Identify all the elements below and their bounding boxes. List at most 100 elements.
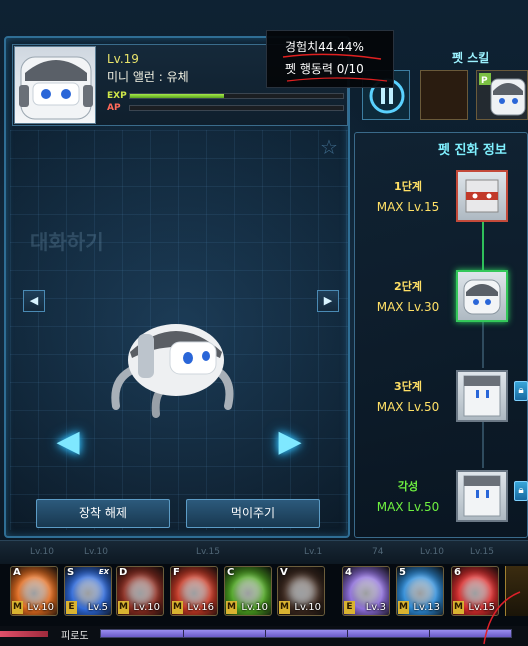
- ice-burst-icon: [407, 577, 435, 605]
- green-vortex-icon: [235, 577, 263, 605]
- prev-small-button[interactable]: ◀: [23, 290, 45, 312]
- robot-box-awaken-icon: [463, 475, 501, 517]
- rotate-right-arrow-icon[interactable]: ▶: [272, 424, 308, 460]
- robot-box-icon: [463, 375, 501, 417]
- evolution-stage-max: MAX Lv.50: [376, 400, 440, 414]
- ghost-level-text: Lv.15: [470, 547, 494, 557]
- hotbar-slot[interactable]: C M Lv.10: [224, 566, 272, 616]
- pet-skill-slot-2[interactable]: [420, 70, 468, 120]
- robot-skill-icon: P: [479, 73, 526, 116]
- slot-key: C: [227, 567, 235, 578]
- hotbar-slot[interactable]: V M Lv.10: [277, 566, 325, 616]
- feed-button[interactable]: 먹이주기: [186, 499, 320, 528]
- evolution-connector-2: [482, 322, 484, 368]
- ap-bar: [129, 105, 344, 111]
- evolution-stage-1-icon[interactable]: [456, 170, 508, 222]
- blue-wave-icon: [75, 577, 103, 605]
- evolution-stage-max: MAX Lv.50: [376, 500, 440, 514]
- slot-level: Lv.13: [413, 602, 440, 613]
- hotbar-top-strip: [0, 540, 528, 564]
- slot-level: Lv.10: [294, 602, 321, 613]
- pet-skill-slot-3[interactable]: P: [476, 70, 528, 120]
- fire-burst-icon: [21, 577, 49, 605]
- slot-level: Lv.16: [187, 602, 214, 613]
- slot-key: A: [13, 567, 21, 578]
- dark-flame-icon: [288, 577, 316, 605]
- slot-key: V: [280, 567, 288, 578]
- hotbar-slot[interactable]: D M Lv.10: [116, 566, 164, 616]
- ap-bar-row: AP: [107, 103, 344, 113]
- lock-icon: 🔒︎: [514, 381, 528, 401]
- exp-label: EXP: [107, 91, 127, 101]
- dark-warrior-icon: [127, 577, 155, 605]
- slot-ex-badge: EX: [98, 568, 109, 576]
- fatigue-divider: [183, 630, 184, 637]
- exp-tooltip: 경험치44.44% 펫 행동력 0/10: [266, 30, 394, 88]
- fatigue-label: 피로도: [61, 631, 89, 642]
- hotbar-slot[interactable]: 5 M Lv.13: [396, 566, 444, 616]
- ghost-level-text: Lv.1: [304, 547, 323, 557]
- slot-type-tag: M: [172, 601, 183, 614]
- slot-type-tag: M: [226, 601, 237, 614]
- hotbar-slot[interactable]: 4 E Lv.3: [342, 566, 390, 616]
- purple-crystal-icon: [353, 577, 381, 605]
- slot-key: S: [67, 567, 75, 578]
- slot-type-tag: M: [12, 601, 23, 614]
- slot-key: 6: [454, 567, 461, 578]
- evolution-stage-label: 1단계: [394, 180, 422, 193]
- rotate-left-arrow-icon[interactable]: ◀: [50, 424, 86, 460]
- ghost-level-text: Lv.10: [84, 547, 108, 557]
- ap-label: AP: [107, 103, 121, 113]
- slot-key: D: [119, 567, 128, 578]
- exp-bar-row: EXP: [107, 91, 344, 101]
- pet-level: Lv.19: [107, 52, 139, 66]
- pet-portrait: [14, 46, 96, 124]
- evolution-stage-label: 2단계: [394, 280, 422, 293]
- unequip-button[interactable]: 장착 해제: [36, 499, 170, 528]
- pet-name: 미니 앨런 : 유체: [107, 70, 189, 84]
- red-slash-icon: [181, 577, 209, 605]
- slot-type-tag: E: [344, 601, 355, 614]
- slot-level: Lv.10: [241, 602, 268, 613]
- slot-level: Lv.10: [133, 602, 160, 613]
- ghost-level-text: Lv.10: [420, 547, 444, 557]
- hotbar-slot[interactable]: A M Lv.10: [10, 566, 58, 616]
- pet-skill-title: 펫 스킬: [452, 51, 490, 65]
- evolution-stage-awaken-icon[interactable]: [456, 470, 508, 522]
- slot-key: 5: [399, 567, 406, 578]
- evolution-stage-label: 각성: [397, 480, 419, 493]
- hotbar-slot[interactable]: S EX E Lv.5: [64, 566, 112, 616]
- evolution-stage-max: MAX Lv.15: [376, 200, 440, 214]
- ghost-level-text: Lv.10: [30, 547, 54, 557]
- evolution-title: 펫 진화 정보: [438, 143, 507, 158]
- svg-text:P: P: [481, 76, 488, 86]
- slot-type-tag: M: [118, 601, 129, 614]
- lock-icon: 🔒︎: [514, 481, 528, 501]
- exp-bar-fill: [130, 94, 224, 98]
- ghost-level-text: 74: [372, 547, 384, 557]
- red-underline-mark: [282, 53, 388, 82]
- slot-key: 4: [345, 567, 352, 578]
- fatigue-bar: [100, 629, 512, 638]
- slot-key: F: [173, 567, 180, 578]
- robot-pet-icon: [463, 279, 501, 315]
- ghost-level-text: Lv.15: [196, 547, 220, 557]
- fatigue-divider: [265, 630, 266, 637]
- cube-pet-icon: [465, 179, 499, 213]
- evolution-stage-3-icon[interactable]: [456, 370, 508, 422]
- favorite-star-icon[interactable]: ☆: [318, 136, 340, 158]
- red-scribble-mark: [483, 591, 521, 645]
- hotbar-slot[interactable]: F M Lv.16: [170, 566, 218, 616]
- exp-bar: [129, 93, 344, 99]
- next-small-button[interactable]: ▶: [317, 290, 339, 312]
- robot-pet-model: [111, 324, 234, 418]
- slot-type-tag: E: [66, 601, 77, 614]
- evolution-connector-3: [482, 420, 484, 468]
- evolution-stage-label: 3단계: [394, 380, 422, 393]
- slot-type-tag: M: [398, 601, 409, 614]
- hp-mini-bar: [0, 631, 48, 637]
- evolution-stage-max: MAX Lv.30: [376, 300, 440, 314]
- fatigue-divider: [347, 630, 348, 637]
- fatigue-bar-fill: [101, 630, 511, 637]
- evolution-stage-2-icon[interactable]: [456, 270, 508, 322]
